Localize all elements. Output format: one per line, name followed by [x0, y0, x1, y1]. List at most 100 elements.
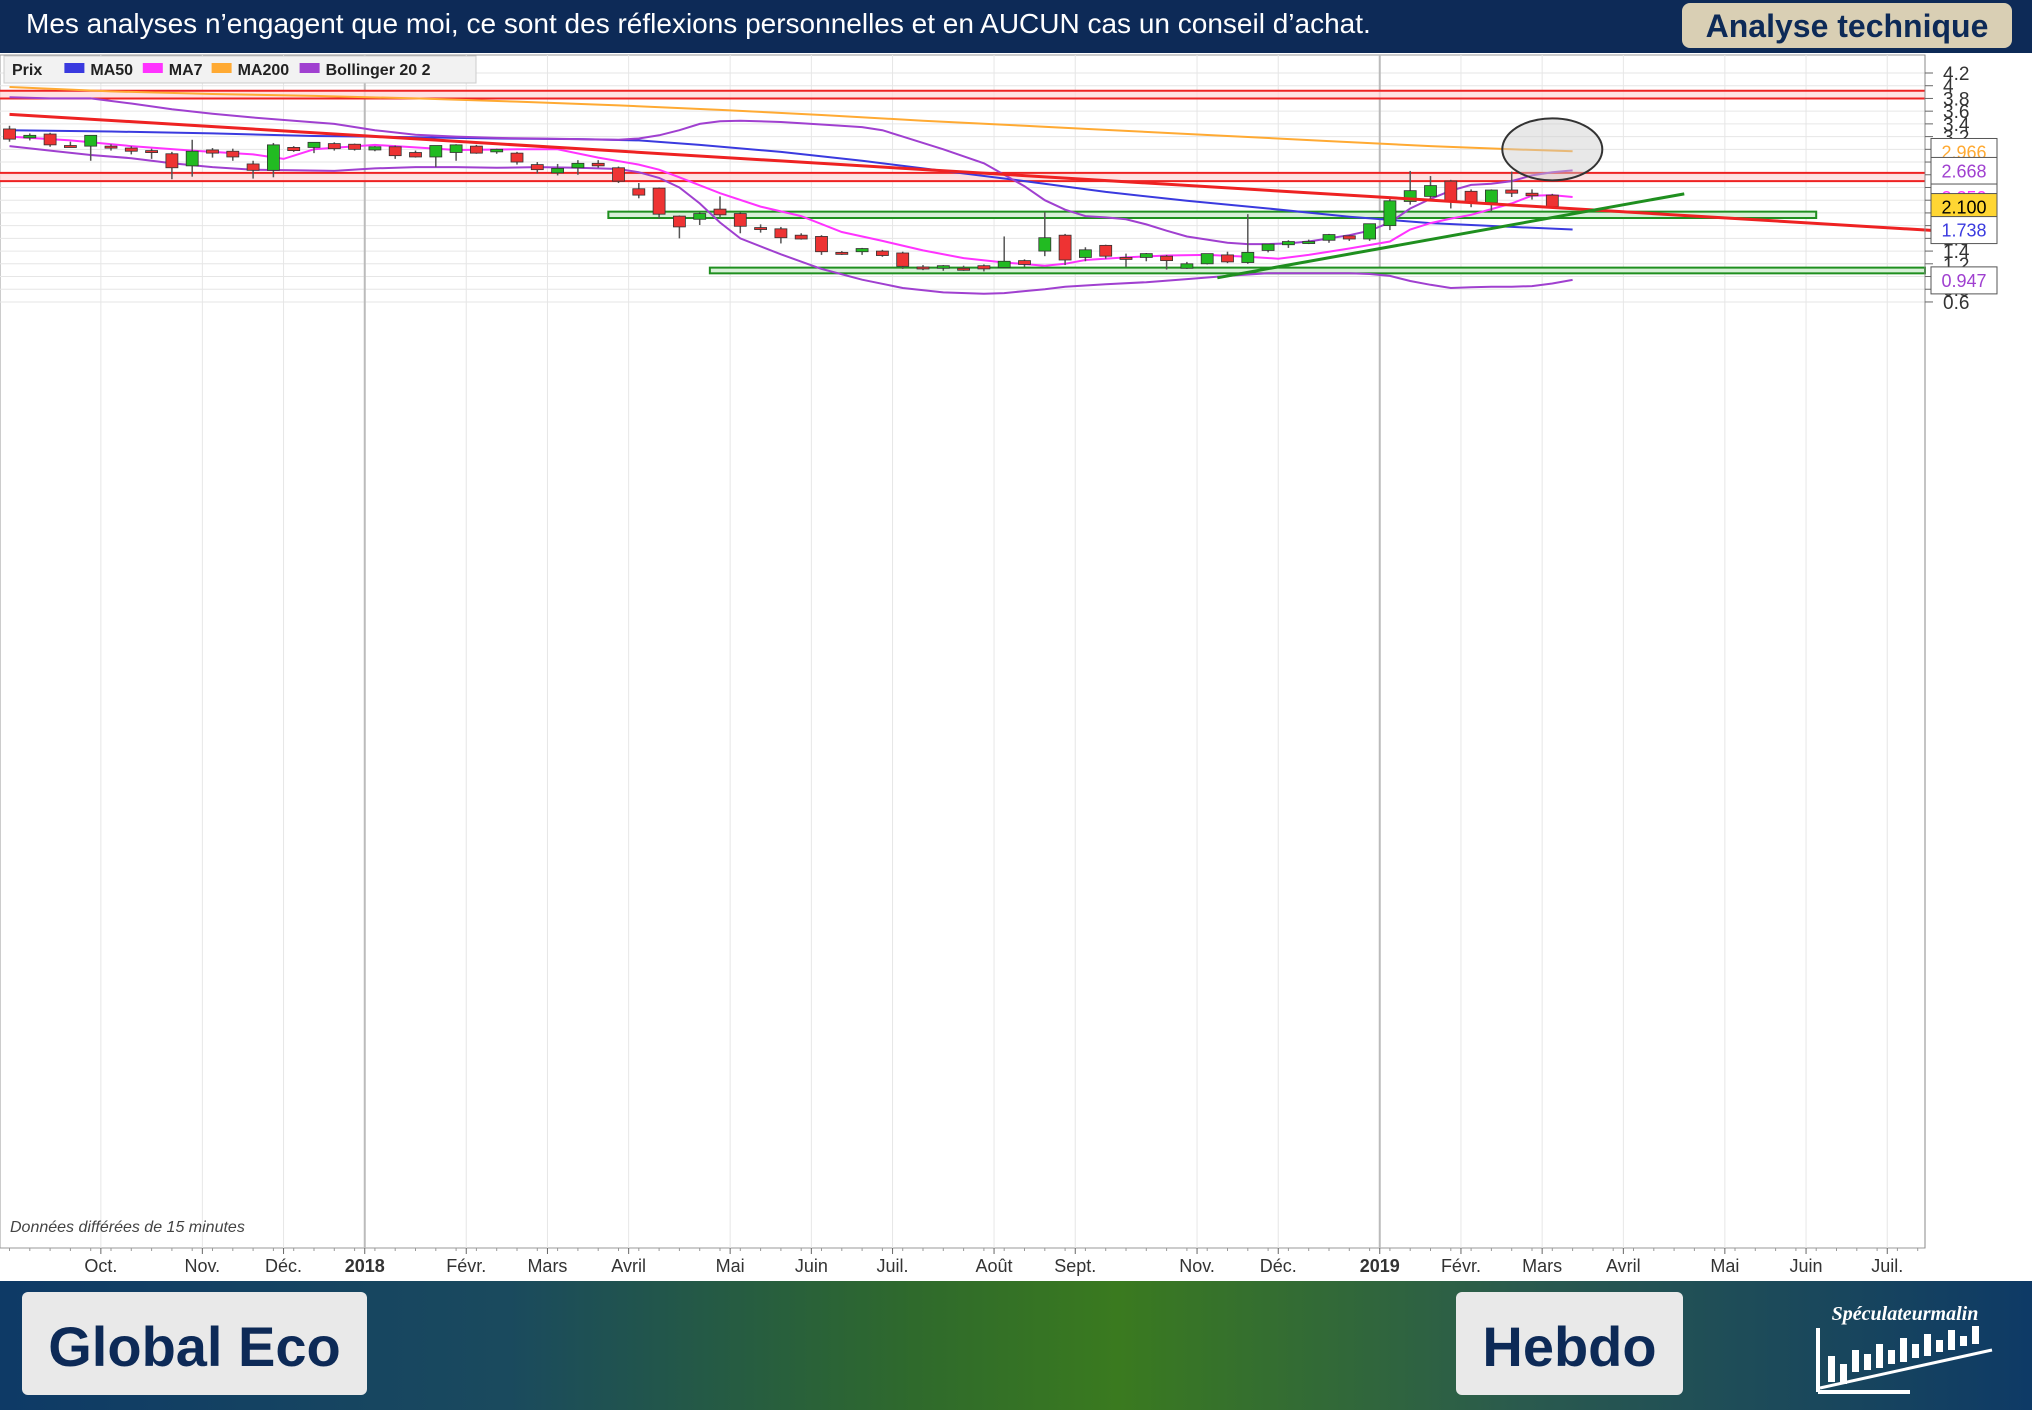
candle-body	[693, 213, 707, 220]
candle-body	[591, 162, 605, 167]
candle-body	[469, 145, 483, 154]
candle-body	[206, 149, 219, 154]
candle-body	[774, 228, 788, 239]
candle-body	[1525, 192, 1539, 197]
candle-body	[855, 248, 869, 253]
candle-body	[84, 134, 98, 147]
timeframe-label: Hebdo	[1482, 1315, 1657, 1378]
candle-body	[1505, 189, 1519, 194]
candle-body	[327, 143, 341, 150]
candle-body	[1058, 234, 1072, 261]
x-tick-label: Avril	[611, 1256, 646, 1276]
candle-body	[1282, 241, 1295, 246]
candle-body	[632, 188, 646, 196]
candle-body	[1444, 180, 1458, 203]
x-tick-label: Juil.	[877, 1256, 909, 1276]
speculateurmalin-logo: Spéculateurmalin	[1810, 1292, 2000, 1400]
candle-body	[1545, 194, 1559, 207]
candle-body	[1221, 254, 1234, 263]
candle-body	[124, 147, 138, 152]
candle-body	[307, 141, 321, 148]
candle-body	[1160, 255, 1173, 262]
candle-body	[1322, 234, 1336, 241]
candle-body	[612, 167, 625, 182]
candle	[612, 166, 625, 184]
x-tick-label: 2019	[1360, 1256, 1400, 1276]
candle-body	[368, 146, 382, 151]
disclaimer-text: Mes analyses n’engagent que moi, ce sont…	[26, 8, 1371, 39]
candle-body	[185, 150, 199, 167]
candle-body	[1139, 253, 1153, 258]
x-tick-label: Août	[976, 1256, 1013, 1276]
candle	[348, 143, 362, 151]
candle-body	[1302, 241, 1316, 244]
x-tick-label: Juin	[795, 1256, 828, 1276]
candle-body	[997, 260, 1011, 269]
x-tick-label: Nov.	[1179, 1256, 1215, 1276]
candle-body	[104, 145, 118, 149]
candle-body	[1363, 223, 1376, 240]
candle-body	[226, 150, 240, 158]
candle-body	[429, 145, 443, 158]
candle	[43, 132, 57, 147]
candle-body	[733, 213, 747, 227]
candle	[469, 144, 483, 154]
candle-body	[145, 150, 159, 153]
candle-body	[815, 236, 828, 253]
x-tick-label: Mars	[527, 1256, 567, 1276]
candle-body	[3, 128, 16, 140]
candle-body	[936, 265, 950, 269]
legend-swatch	[299, 63, 320, 73]
candle-body	[490, 148, 504, 153]
x-tick-label: Juil.	[1871, 1256, 1903, 1276]
price-tag-label: 2.668	[1941, 161, 1986, 181]
x-tick-label: Avril	[1606, 1256, 1641, 1276]
candle-body	[1241, 251, 1255, 263]
candle-body	[1485, 189, 1498, 204]
x-tick-label: 2018	[345, 1256, 385, 1276]
x-tick-label: Mai	[1710, 1256, 1739, 1276]
candle-body	[64, 145, 77, 148]
x-tick-label: Déc.	[1260, 1256, 1297, 1276]
candle-body	[896, 252, 910, 267]
legend-label: MA50	[90, 62, 133, 79]
x-tick-label: Sept.	[1054, 1256, 1096, 1276]
candle	[896, 251, 910, 269]
price-tag-label: 0.947	[1941, 271, 1986, 291]
asset-name: Global Eco	[48, 1315, 341, 1378]
candle-body	[571, 162, 585, 169]
bottom-banner: Global Eco Hebdo Spéculateurmalin	[0, 1281, 2032, 1410]
candle-body	[530, 164, 544, 171]
legend-label: Bollinger 20 2	[326, 62, 431, 79]
candle-body	[1018, 260, 1031, 265]
candle-body	[43, 133, 57, 146]
x-tick-label: Déc.	[265, 1256, 302, 1276]
x-tick-label: Févr.	[446, 1256, 486, 1276]
candle-body	[916, 266, 930, 270]
candle-body	[266, 144, 280, 171]
price-tag: 2.668	[1930, 156, 1998, 185]
candle-body	[713, 208, 727, 216]
candle-body	[1119, 257, 1133, 260]
page: Mes analyses n’engagent que moi, ce sont…	[0, 0, 2032, 1410]
candle-body	[165, 153, 179, 169]
candle-body	[348, 143, 362, 150]
candle-body	[835, 251, 849, 255]
candle-body	[1180, 263, 1194, 269]
candle	[876, 249, 889, 257]
top-banner: Mes analyses n’engagent que moi, ce sont…	[0, 0, 2032, 53]
price-tag-label: 2.100	[1941, 198, 1986, 218]
candle-body	[977, 265, 991, 270]
x-tick-label: Juin	[1790, 1256, 1823, 1276]
candle-body	[388, 146, 402, 157]
price-tag: 0.947	[1930, 266, 1998, 295]
candle-body	[1200, 253, 1214, 265]
highlight-ellipse	[1501, 117, 1604, 182]
candle-body	[551, 168, 564, 174]
candle-body	[1342, 235, 1356, 240]
x-tick-label: Oct.	[84, 1256, 117, 1276]
asset-name-box: Global Eco	[22, 1292, 367, 1395]
x-tick-label: Nov.	[185, 1256, 221, 1276]
candle-body	[1079, 249, 1092, 258]
chart-legend: Prix MA50 MA7 MA200 Bollinger 20 2	[3, 55, 477, 84]
